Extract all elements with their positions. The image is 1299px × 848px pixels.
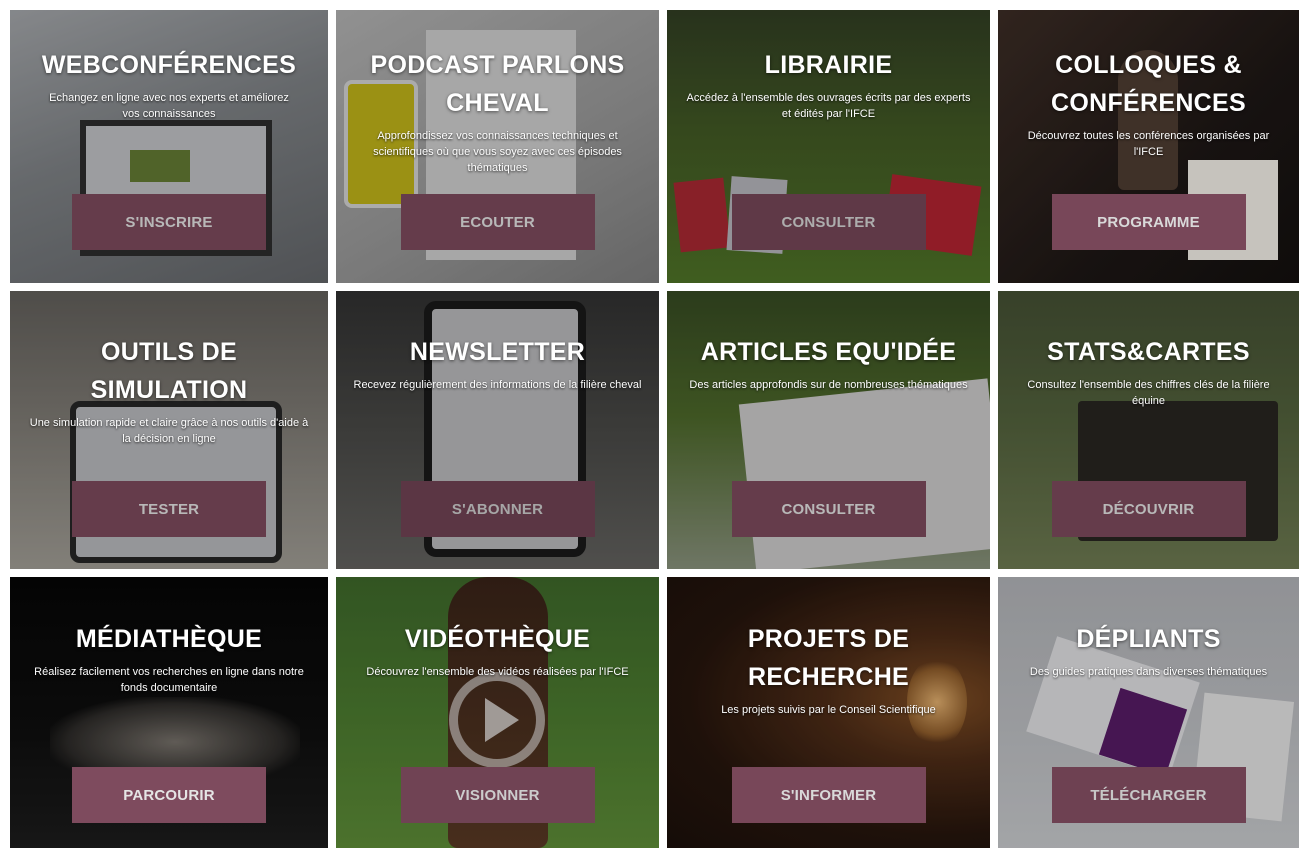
- tile-title: PODCAST PARLONS CHEVAL: [370, 51, 625, 117]
- tile-title: VIDÉOTHÈQUE: [404, 625, 591, 653]
- tile-title: ARTICLES EQU'IDÉE: [700, 338, 957, 366]
- tile-stats-cartes[interactable]: STATS&CARTES Consultez l'ensemble des ch…: [998, 291, 1299, 569]
- tile-webconferences[interactable]: WEBCONFÉRENCES Echangez en ligne avec no…: [10, 10, 328, 283]
- tile-depliants[interactable]: DÉPLIANTS Des guides pratiques dans dive…: [998, 577, 1299, 848]
- tile-outils-simulation[interactable]: OUTILS DE SIMULATION Une simulation rapi…: [10, 291, 328, 569]
- tile-title: PROJETS DE RECHERCHE: [747, 625, 910, 691]
- tile-description: Découvrez toutes les conférences organis…: [1027, 130, 1270, 158]
- tile-title: NEWSLETTER: [409, 338, 586, 366]
- tile-description: Des guides pratiques dans diverses théma…: [1029, 666, 1268, 678]
- tile-title: COLLOQUES & CONFÉRENCES: [1051, 51, 1246, 117]
- tile-description: Une simulation rapide et claire grâce à …: [29, 417, 309, 445]
- tile-podcast[interactable]: PODCAST PARLONS CHEVAL Approfondissez vo…: [336, 10, 659, 283]
- tile-title: WEBCONFÉRENCES: [41, 51, 297, 79]
- tile-description: Recevez régulièrement des informations d…: [353, 379, 642, 391]
- tile-title: OUTILS DE SIMULATION: [90, 338, 248, 404]
- tile-colloques[interactable]: COLLOQUES & CONFÉRENCES Découvrez toutes…: [998, 10, 1299, 283]
- tile-description: Découvrez l'ensemble des vidéos réalisée…: [366, 666, 629, 678]
- tile-description: Des articles approfondis sur de nombreus…: [689, 379, 968, 391]
- tile-videotheque[interactable]: VIDÉOTHÈQUE Découvrez l'ensemble des vid…: [336, 577, 659, 848]
- tile-description: Echangez en ligne avec nos experts et am…: [49, 92, 289, 120]
- tile-articles[interactable]: ARTICLES EQU'IDÉE Des articles approfond…: [667, 291, 990, 569]
- tile-librairie[interactable]: LIBRAIRIE Accédez à l'ensemble des ouvra…: [667, 10, 990, 283]
- tile-description: Approfondissez vos connaissances techniq…: [373, 130, 622, 174]
- tile-title: STATS&CARTES: [1047, 338, 1250, 366]
- tile-title: DÉPLIANTS: [1076, 625, 1221, 653]
- tile-title: LIBRAIRIE: [764, 51, 893, 79]
- tile-projets-recherche[interactable]: PROJETS DE RECHERCHE Les projets suivis …: [667, 577, 990, 848]
- tile-title: MÉDIATHÈQUE: [75, 625, 263, 653]
- tile-mediatheque[interactable]: MÉDIATHÈQUE Réalisez facilement vos rech…: [10, 577, 328, 848]
- tile-newsletter[interactable]: NEWSLETTER Recevez régulièrement des inf…: [336, 291, 659, 569]
- tile-description: Les projets suivis par le Conseil Scient…: [721, 704, 936, 716]
- tile-description: Consultez l'ensemble des chiffres clés d…: [1027, 379, 1270, 407]
- tile-description: Réalisez facilement vos recherches en li…: [34, 666, 304, 694]
- tile-description: Accédez à l'ensemble des ouvrages écrits…: [686, 92, 971, 120]
- services-grid: WEBCONFÉRENCES Echangez en ligne avec no…: [0, 0, 1299, 848]
